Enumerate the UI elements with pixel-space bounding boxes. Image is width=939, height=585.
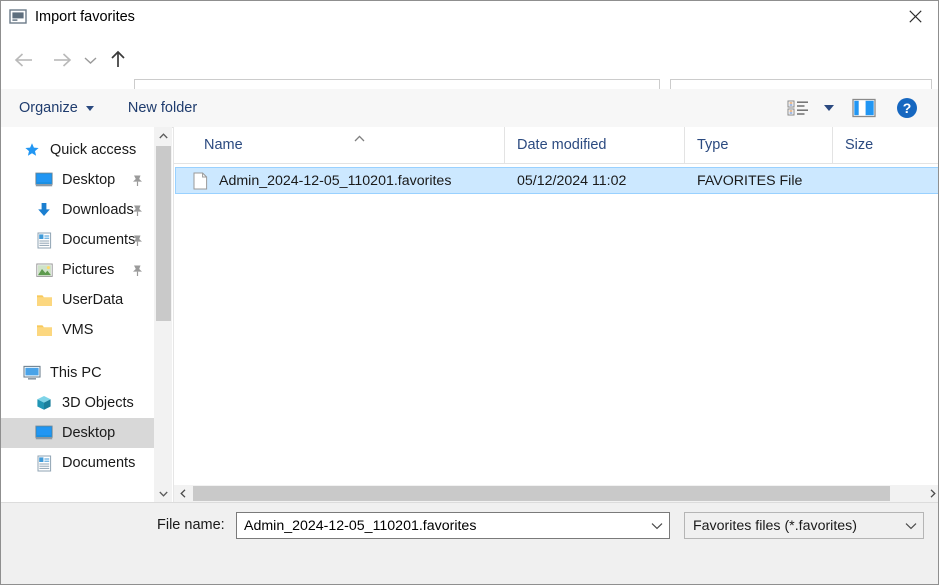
sidebar-item-quick-access[interactable]: Quick access <box>1 135 172 165</box>
pin-icon[interactable] <box>130 203 144 217</box>
column-label: Type <box>697 137 729 153</box>
sidebar-item-label: Downloads <box>62 202 134 218</box>
sidebar-item-label: Desktop <box>62 172 116 188</box>
table-row[interactable]: Admin_2024-12-05_110201.favorites 05/12/… <box>175 167 938 194</box>
sidebar-item-downloads[interactable]: Downloads <box>1 195 172 225</box>
file-name-input[interactable]: Admin_2024-12-05_110201.favorites <box>236 512 670 539</box>
cell-type: FAVORITES File <box>697 172 803 189</box>
cube-icon <box>35 394 53 412</box>
new-folder-button[interactable]: New folder <box>122 89 203 127</box>
sidebar-item-documents[interactable]: Documents <box>1 225 172 255</box>
pin-icon[interactable] <box>130 233 144 247</box>
file-rows: Admin_2024-12-05_110201.favorites 05/12/… <box>174 167 938 194</box>
section-divider <box>1 345 172 358</box>
sidebar-item-label: Desktop <box>62 425 116 441</box>
file-name-label: File name: <box>157 517 225 533</box>
close-icon[interactable] <box>892 1 938 32</box>
column-header-type[interactable]: Type <box>684 127 832 163</box>
column-label: Name <box>204 137 243 153</box>
cell-date-modified: 05/12/2024 11:02 <box>517 172 627 189</box>
sidebar-item-this-pc[interactable]: This PC <box>1 358 172 388</box>
file-type-filter-value: Favorites files (*.favorites) <box>693 517 857 534</box>
file-list-pane: Name Date modified Type Size Admin_2024-… <box>173 127 938 502</box>
sidebar-item-3d-objects[interactable]: 3D Objects <box>1 388 172 418</box>
monitor-icon <box>9 8 27 26</box>
navigation-bar: › This PC › Desktop Searc <box>1 37 938 117</box>
command-toolbar: Organize New folder ? <box>1 89 938 128</box>
sidebar-item-userdata[interactable]: UserData <box>1 285 172 315</box>
sidebar-item-label: 3D Objects <box>62 395 134 411</box>
document-icon <box>35 454 53 472</box>
sidebar-item-documents-thispc[interactable]: Documents <box>1 448 172 478</box>
dialog-body: Quick access Desktop Downloads Documents… <box>1 127 938 502</box>
sidebar-item-pictures[interactable]: Pictures <box>1 255 172 285</box>
document-icon <box>35 231 53 249</box>
toolbar-right-group: ? <box>781 89 938 127</box>
chevron-down-icon[interactable] <box>899 513 923 538</box>
scrollbar-thumb[interactable] <box>193 486 890 501</box>
chevron-down-icon[interactable] <box>824 105 834 111</box>
computer-icon <box>23 364 41 382</box>
dialog-footer: File name: Admin_2024-12-05_110201.favor… <box>1 502 938 584</box>
column-header-date-modified[interactable]: Date modified <box>504 127 684 163</box>
folder-icon <box>35 291 53 309</box>
sidebar-item-desktop-thispc[interactable]: Desktop <box>1 418 172 448</box>
column-label: Size <box>845 137 874 153</box>
sidebar-item-label: UserData <box>62 292 124 308</box>
column-label: Date modified <box>517 137 607 153</box>
scroll-right-icon[interactable] <box>924 485 938 502</box>
window-title: Import favorites <box>35 9 135 25</box>
desktop-icon <box>35 171 53 189</box>
navigation-pane: Quick access Desktop Downloads Documents… <box>1 127 172 502</box>
file-icon <box>193 172 208 190</box>
sidebar-item-label: Documents <box>62 455 136 471</box>
arrow-right-icon[interactable] <box>45 43 79 77</box>
sort-ascending-icon <box>354 130 365 142</box>
scroll-left-icon[interactable] <box>174 485 191 502</box>
star-icon <box>23 141 41 159</box>
cell-name: Admin_2024-12-05_110201.favorites <box>176 172 505 190</box>
column-header-size[interactable]: Size <box>832 127 912 163</box>
folder-tree: Quick access Desktop Downloads Documents… <box>1 127 172 478</box>
sidebar-item-vms[interactable]: VMS <box>1 315 172 345</box>
organize-label: Organize <box>19 100 78 116</box>
picture-icon <box>35 261 53 279</box>
chevron-down-icon[interactable] <box>645 513 669 538</box>
scroll-up-icon[interactable] <box>155 127 172 144</box>
scroll-down-icon[interactable] <box>155 485 172 502</box>
sidebar-item-desktop[interactable]: Desktop <box>1 165 172 195</box>
title-bar: Import favorites <box>1 1 938 33</box>
import-favorites-dialog: Import favorites Organize New folder ? Q… <box>0 0 939 585</box>
column-header-name[interactable]: Name <box>174 127 504 163</box>
file-type-filter-dropdown[interactable]: Favorites files (*.favorites) <box>684 512 924 539</box>
arrow-left-icon[interactable] <box>7 43 41 77</box>
svg-text:?: ? <box>903 100 912 116</box>
pin-icon[interactable] <box>130 263 144 277</box>
new-folder-label: New folder <box>127 100 198 116</box>
sidebar-item-label: Quick access <box>50 142 137 158</box>
column-header-row: Name Date modified Type Size <box>174 127 938 164</box>
scrollbar-thumb[interactable] <box>156 146 171 321</box>
sidebar-item-label: This PC <box>50 365 102 381</box>
folder-icon <box>35 321 53 339</box>
sidebar-item-label: Pictures <box>62 262 115 278</box>
sidebar-item-label: Documents <box>62 232 136 248</box>
pin-icon[interactable] <box>130 173 144 187</box>
organize-button[interactable]: Organize <box>13 89 100 127</box>
desktop-icon <box>35 424 53 442</box>
arrow-up-icon[interactable] <box>103 43 133 77</box>
file-list-horizontal-scrollbar[interactable] <box>174 485 938 502</box>
download-icon <box>35 201 53 219</box>
file-name-text: Admin_2024-12-05_110201.favorites <box>219 172 452 189</box>
chevron-down-icon[interactable] <box>79 43 101 77</box>
sidebar-item-label: VMS <box>62 322 94 338</box>
preview-pane-icon[interactable] <box>846 89 882 127</box>
navigation-pane-scrollbar[interactable] <box>154 127 172 502</box>
view-list-icon[interactable] <box>781 89 815 127</box>
help-icon[interactable]: ? <box>882 89 924 127</box>
file-name-value: Admin_2024-12-05_110201.favorites <box>244 517 477 534</box>
chevron-down-icon <box>85 105 94 111</box>
